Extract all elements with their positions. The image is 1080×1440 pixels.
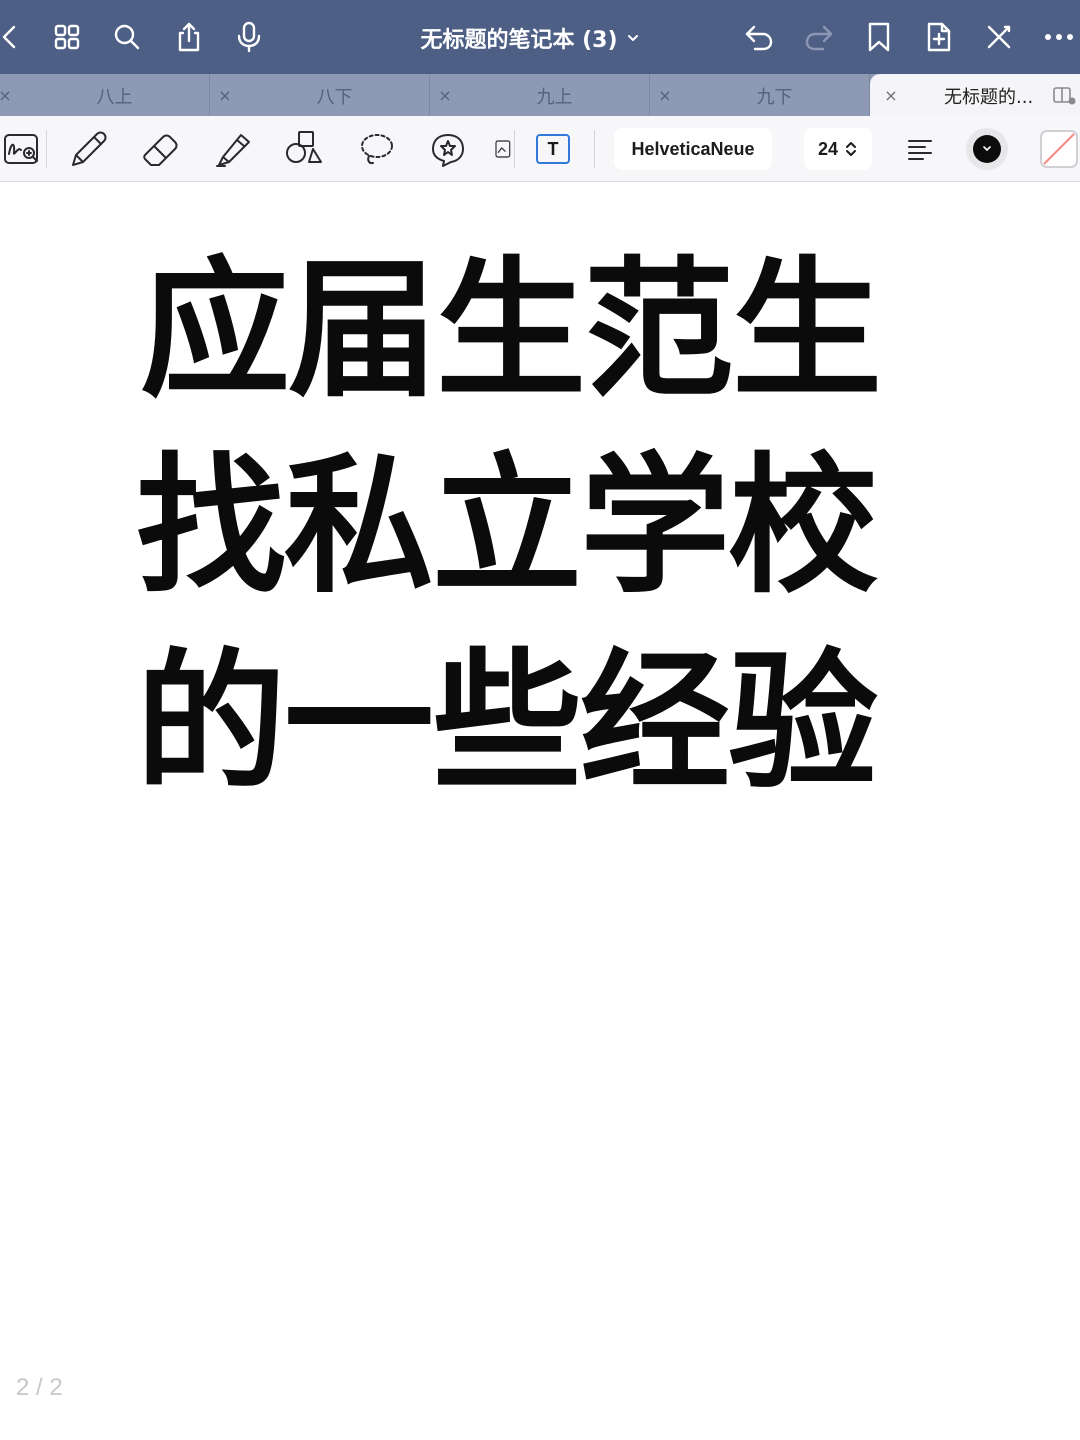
tab-close-icon[interactable]: × [214, 82, 236, 108]
tab-untitled-active[interactable]: × 无标题的... [870, 74, 1080, 116]
eraser-icon[interactable] [136, 126, 184, 172]
tab-close-icon[interactable]: × [880, 82, 902, 108]
back-icon[interactable] [0, 14, 32, 60]
toolbar-divider [514, 130, 515, 168]
up-down-chevron-icon [846, 142, 857, 156]
font-size-value: 24 [817, 138, 839, 159]
tab-close-icon[interactable]: × [654, 82, 676, 108]
more-icon[interactable] [1036, 14, 1080, 60]
tab-close-icon[interactable]: × [434, 82, 456, 108]
tab-close-icon[interactable]: × [0, 82, 16, 108]
toolbar-divider [46, 130, 47, 168]
top-nav-bar: 无标题的笔记本 (3) [0, 0, 1080, 74]
grid-icon[interactable] [44, 14, 90, 60]
chevron-down-icon [983, 146, 991, 152]
highlighter-icon[interactable] [208, 126, 256, 172]
font-size-select[interactable]: 24 [804, 128, 872, 170]
color-swatch [973, 135, 1001, 163]
chevron-down-icon [627, 35, 638, 41]
text-tool-icon[interactable]: T [536, 134, 570, 164]
tab-jiu-shang[interactable]: × 九上 [430, 74, 650, 116]
notebook-title: 无标题的笔记本 (3) [420, 28, 618, 53]
handwritten-line: 的一些经验 [136, 634, 878, 810]
no-fill-icon [1043, 133, 1075, 165]
tab-label: 八下 [316, 87, 353, 108]
search-icon[interactable] [104, 14, 150, 60]
lasso-icon[interactable] [352, 126, 400, 172]
split-view-icon[interactable] [1052, 86, 1076, 111]
close-pen-icon[interactable] [976, 14, 1022, 60]
share-icon[interactable] [166, 14, 212, 60]
align-left-icon[interactable] [896, 126, 944, 172]
font-family-select[interactable]: HelveticaNeue [614, 128, 772, 170]
tab-label: 八上 [96, 87, 133, 108]
page-indicator: 2 / 2 [16, 1374, 63, 1401]
background-color-button[interactable] [1040, 130, 1078, 168]
tab-label: 无标题的... [944, 87, 1034, 108]
image-icon[interactable] [488, 126, 512, 172]
tab-ba-shang[interactable]: × 八上 [0, 74, 210, 116]
tab-ba-xia[interactable]: × 八下 [210, 74, 430, 116]
shapes-icon[interactable] [280, 126, 328, 172]
pen-icon[interactable] [64, 126, 112, 172]
add-page-icon[interactable] [916, 14, 962, 60]
toolbar-divider [594, 130, 595, 168]
notebook-title-button[interactable]: 无标题的笔记本 (3) [380, 18, 680, 58]
sticker-icon[interactable] [424, 126, 472, 172]
redo-icon[interactable] [796, 14, 842, 60]
handwritten-text-block: 应届生范生 找私立学校 的一些经验 [120, 232, 980, 820]
handwriting-search-icon[interactable] [0, 126, 46, 172]
text-color-button[interactable] [966, 128, 1008, 170]
handwritten-line: 找私立学校 [136, 438, 878, 614]
tab-strip: × 八上 × 八下 × 九上 × 九下 × 无标题的... [0, 74, 1080, 116]
text-tool-glyph: T [547, 138, 559, 159]
tab-label: 九上 [536, 87, 573, 108]
mic-icon[interactable] [226, 14, 272, 60]
bookmark-icon[interactable] [856, 14, 902, 60]
undo-icon[interactable] [736, 14, 782, 60]
handwritten-line: 应届生范生 [140, 242, 882, 418]
tab-label: 九下 [756, 87, 793, 108]
tab-jiu-xia[interactable]: × 九下 [650, 74, 870, 116]
